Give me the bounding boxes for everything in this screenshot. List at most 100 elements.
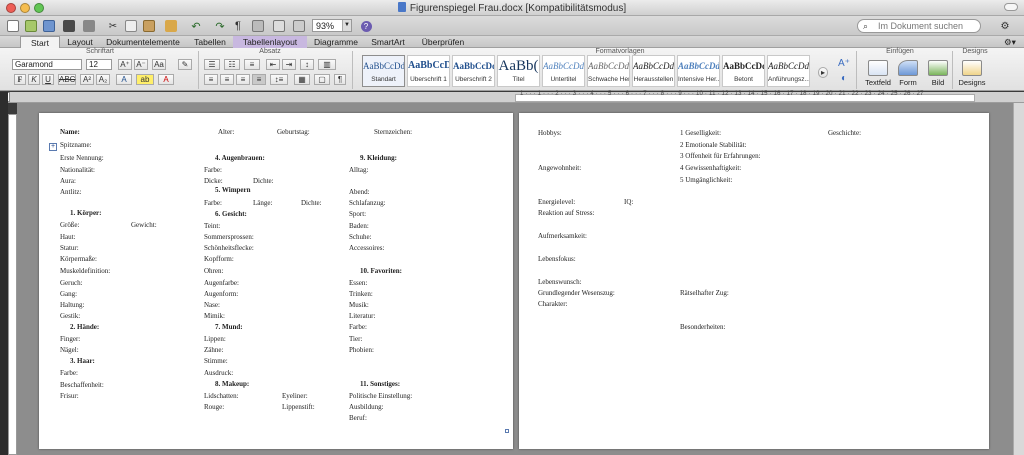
heading-wimpern: 5. Wimpern: [215, 186, 251, 194]
settings-icon[interactable]: ⚙: [996, 19, 1014, 33]
page-2[interactable]: Hobbys: 1 Geselligkeit: Geschichte: 2 Em…: [519, 113, 989, 449]
style-herausstellen[interactable]: AaBbCcDdEe Herausstellen: [632, 55, 675, 87]
page-1[interactable]: + Name: Spitzname: Erste Nennung: Nation…: [39, 113, 513, 449]
sidebar-icon[interactable]: [250, 19, 266, 33]
bild-button[interactable]: Bild: [920, 60, 956, 87]
toolbar-toggle-button[interactable]: [1004, 3, 1018, 11]
style-intensive-hervorhebung[interactable]: AaBbCcDdEe Intensive Her...: [677, 55, 720, 87]
align-center-button[interactable]: ≡: [220, 74, 234, 85]
cut-icon[interactable]: ✂: [106, 19, 120, 33]
superscript-button[interactable]: A²: [80, 74, 94, 85]
borders-button[interactable]: ▢: [314, 74, 330, 85]
field-lippen: Lippen:: [204, 335, 226, 343]
font-size-field[interactable]: 12: [86, 59, 112, 70]
undo-icon[interactable]: ↶: [186, 19, 206, 33]
strikethrough-button[interactable]: ABC: [58, 74, 76, 85]
search-field[interactable]: ⌕ Im Dokument suchen: [857, 19, 981, 33]
clear-format-icon[interactable]: ✎: [178, 59, 192, 70]
field-gang: Gang:: [60, 290, 78, 298]
font-name-field[interactable]: Garamond: [12, 59, 82, 70]
styles-next-button[interactable]: ▸: [818, 67, 828, 78]
tab-layout[interactable]: Layout: [62, 36, 98, 48]
underline-button[interactable]: U: [42, 74, 54, 85]
paste-icon[interactable]: [142, 19, 156, 33]
text-effects-button[interactable]: A: [116, 74, 132, 85]
style-ueberschrift-1[interactable]: AaBbCcD Überschrift 1: [407, 55, 450, 87]
field-schuhe: Schuhe:: [349, 233, 372, 241]
style-preview: AaBbCcDdI: [453, 61, 494, 71]
table-move-handle-icon[interactable]: +: [49, 143, 57, 151]
shrink-font-button[interactable]: A⁻: [134, 59, 148, 70]
media-browser-icon[interactable]: [272, 19, 286, 33]
chevron-down-icon: ▼: [342, 20, 351, 31]
change-case-button[interactable]: Aa: [152, 59, 166, 70]
tab-dokumentelemente[interactable]: Dokumentelemente: [100, 36, 186, 48]
style-untertitel[interactable]: AaBbCcDdE Untertitel: [542, 55, 585, 87]
style-preview: AaBbCcDdEe: [633, 61, 674, 71]
style-betont[interactable]: AaBbCcDdEe Betont: [722, 55, 765, 87]
bullets-button[interactable]: ☰: [204, 59, 220, 70]
style-anfuehrungszeichen[interactable]: AaBbCcDdEe Anführungsz...: [767, 55, 810, 87]
heading-haende: 2. Hände:: [70, 323, 100, 331]
highlight-button[interactable]: ab: [136, 74, 154, 85]
field-rouge: Rouge:: [204, 403, 225, 411]
bold-button[interactable]: F: [14, 74, 26, 85]
open-folder-icon[interactable]: [42, 19, 56, 33]
view-icon[interactable]: [292, 19, 306, 33]
designs-button[interactable]: Designs: [954, 60, 990, 87]
font-color-button[interactable]: A: [158, 74, 174, 85]
field-emotionale-stabilitaet: 2 Emotionale Stabilität:: [680, 141, 747, 149]
tab-tabellen[interactable]: Tabellen: [190, 36, 230, 48]
align-left-button[interactable]: ≡: [204, 74, 218, 85]
save-icon[interactable]: [62, 19, 76, 33]
search-icon: ⌕: [863, 21, 869, 31]
subscript-button[interactable]: A₂: [96, 74, 110, 85]
document-canvas: + Name: Spitzname: Erste Nennung: Nation…: [17, 103, 1024, 455]
justify-button[interactable]: ≡: [252, 74, 266, 85]
field-erste-nennung: Erste Nennung:: [60, 154, 104, 162]
sort-button[interactable]: ↕: [300, 59, 314, 70]
print-icon[interactable]: [82, 19, 96, 33]
grow-font-button[interactable]: A⁺: [118, 59, 132, 70]
style-schwache-hervorhebung[interactable]: AaBbCcDdE Schwache Her...: [587, 55, 630, 87]
increase-indent-button[interactable]: ⇥: [282, 59, 296, 70]
style-set-icon[interactable]: ◐: [836, 74, 852, 85]
ribbon-options-icon[interactable]: ⚙▾: [1000, 36, 1020, 48]
tab-diagramme[interactable]: Diagramme: [309, 36, 363, 48]
picture-icon: [928, 60, 948, 76]
tab-smartart[interactable]: SmartArt: [366, 36, 410, 48]
italic-button[interactable]: K: [28, 74, 40, 85]
format-painter-icon[interactable]: [162, 19, 180, 33]
horizontal-ruler[interactable]: 1 · · · 1 · · · 2 · · · 3 · · · 4 · · · …: [0, 91, 1024, 103]
line-spacing-button[interactable]: ↕≡: [270, 74, 288, 85]
tab-start[interactable]: Start: [20, 36, 60, 48]
align-right-button[interactable]: ≡: [236, 74, 250, 85]
paragraph-mark-icon[interactable]: ¶: [232, 19, 244, 33]
styles-pane-icon[interactable]: A⁺: [836, 59, 852, 70]
shading-button[interactable]: ▦: [294, 74, 310, 85]
multilevel-list-button[interactable]: ≡: [244, 59, 260, 70]
style-name: Intensive Her...: [678, 76, 719, 83]
field-augenbrauen-dichte: Dichte:: [253, 177, 274, 185]
copy-icon[interactable]: [124, 19, 138, 33]
columns-button[interactable]: ▥: [318, 59, 336, 70]
numbering-button[interactable]: ☷: [224, 59, 240, 70]
templates-icon[interactable]: [24, 19, 38, 33]
field-frisur: Frisur:: [60, 392, 79, 400]
new-document-icon[interactable]: [6, 19, 20, 33]
show-hide-button[interactable]: ¶: [334, 74, 346, 85]
style-titel[interactable]: AaBb(Titel: [497, 55, 540, 87]
vertical-scrollbar[interactable]: [1013, 103, 1024, 455]
table-resize-handle[interactable]: [505, 429, 509, 433]
vertical-ruler[interactable]: [8, 114, 17, 455]
redo-icon[interactable]: ↷: [210, 19, 230, 33]
zoom-select[interactable]: 93% ▼: [312, 19, 352, 32]
style-preview: AaBbCcDdE: [363, 61, 404, 71]
tab-tabellenlayout[interactable]: Tabellenlayout: [233, 36, 307, 48]
style-ueberschrift-2[interactable]: AaBbCcDdI Überschrift 2: [452, 55, 495, 87]
style-standart[interactable]: AaBbCcDdE Standart: [362, 55, 405, 87]
tab-ueberpruefen[interactable]: Überprüfen: [414, 36, 472, 48]
help-icon[interactable]: ?: [360, 19, 372, 33]
field-beruf: Beruf:: [349, 414, 367, 422]
decrease-indent-button[interactable]: ⇤: [266, 59, 280, 70]
